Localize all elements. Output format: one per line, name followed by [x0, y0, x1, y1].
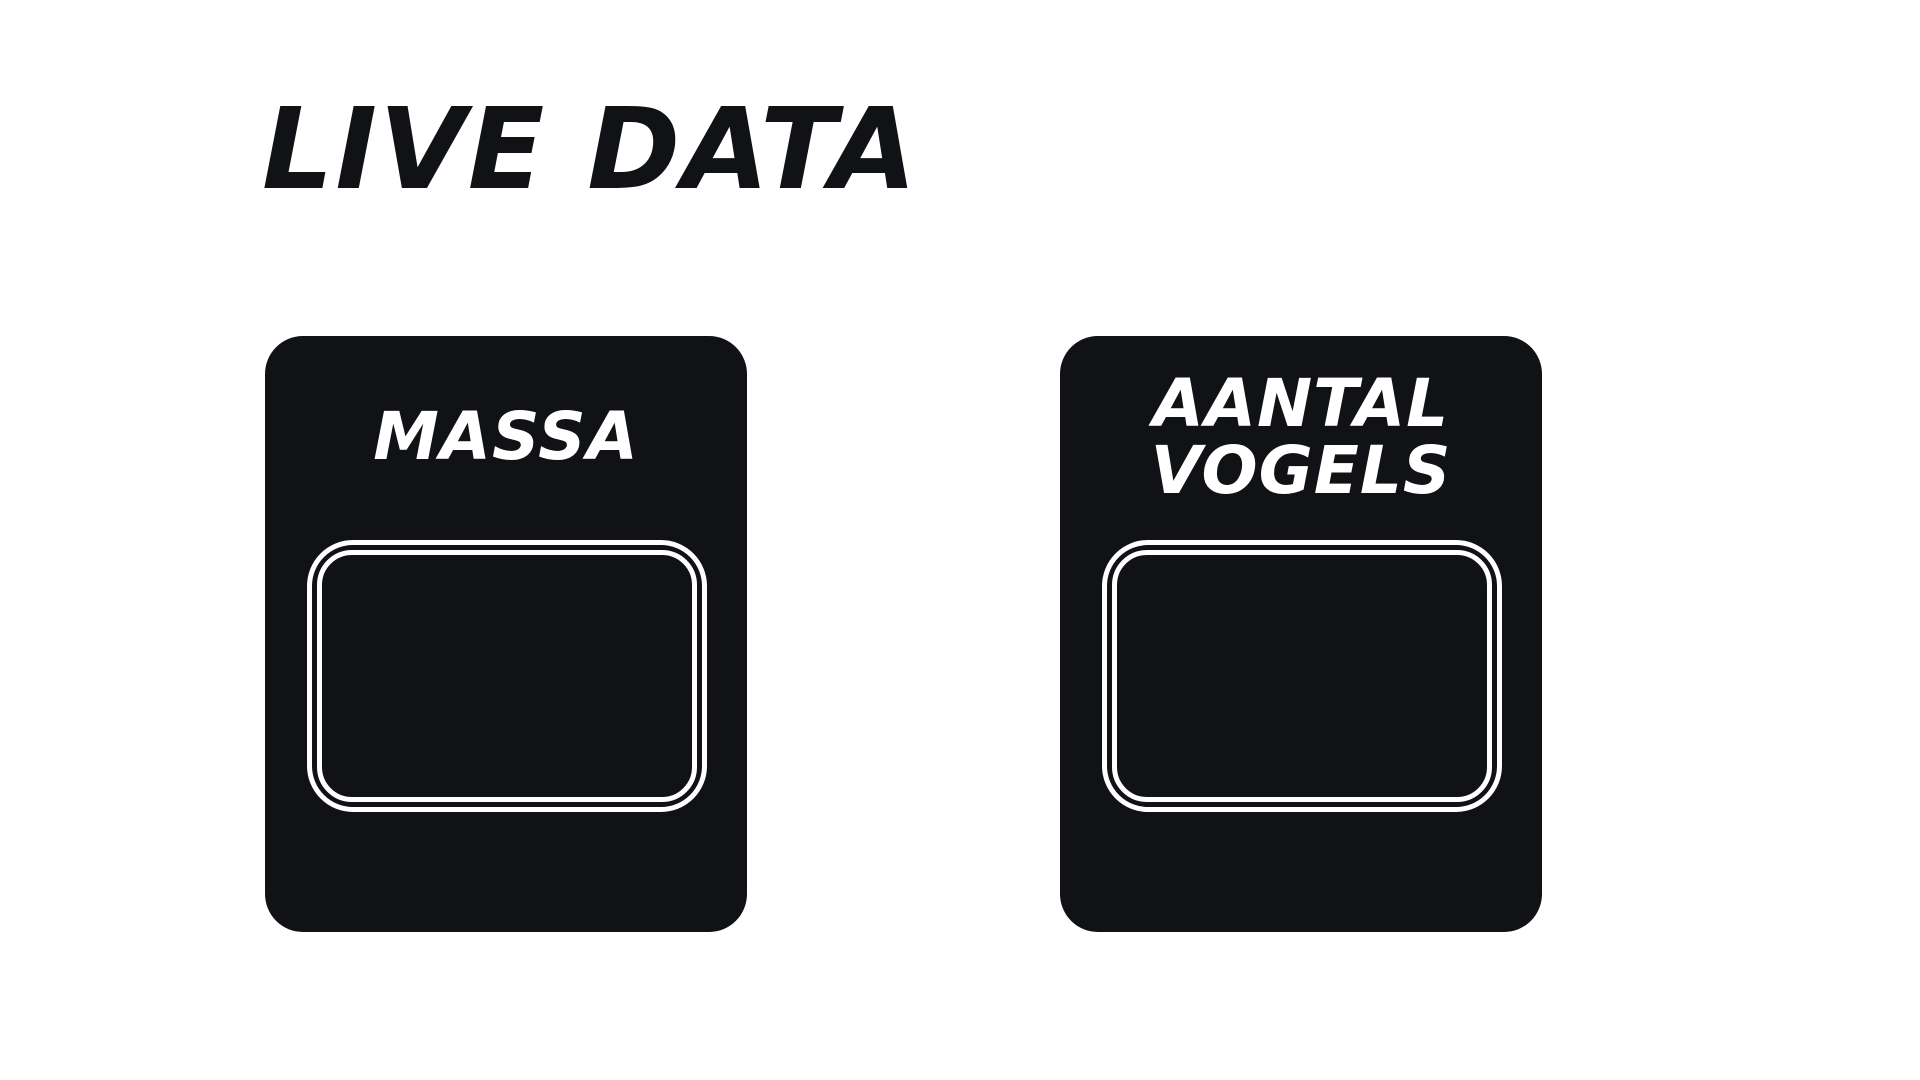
aantal-vogels-label-line2: VOGELS [1150, 432, 1452, 509]
page-title: LIVE DATA [262, 85, 919, 215]
massa-label-text: MASSA [373, 398, 639, 476]
massa-label: MASSA [265, 382, 747, 492]
aantal-vogels-label: AANTAL VOGELS [1060, 369, 1542, 504]
aantal-vogels-value-display [1102, 540, 1502, 812]
aantal-vogels-value [1107, 545, 1497, 807]
massa-value [312, 545, 702, 807]
aantal-vogels-label-line1: AANTAL [1152, 364, 1450, 442]
aantal-vogels-card: AANTAL VOGELS [1060, 336, 1542, 932]
massa-value-display [307, 540, 707, 812]
massa-card: MASSA [265, 336, 747, 932]
